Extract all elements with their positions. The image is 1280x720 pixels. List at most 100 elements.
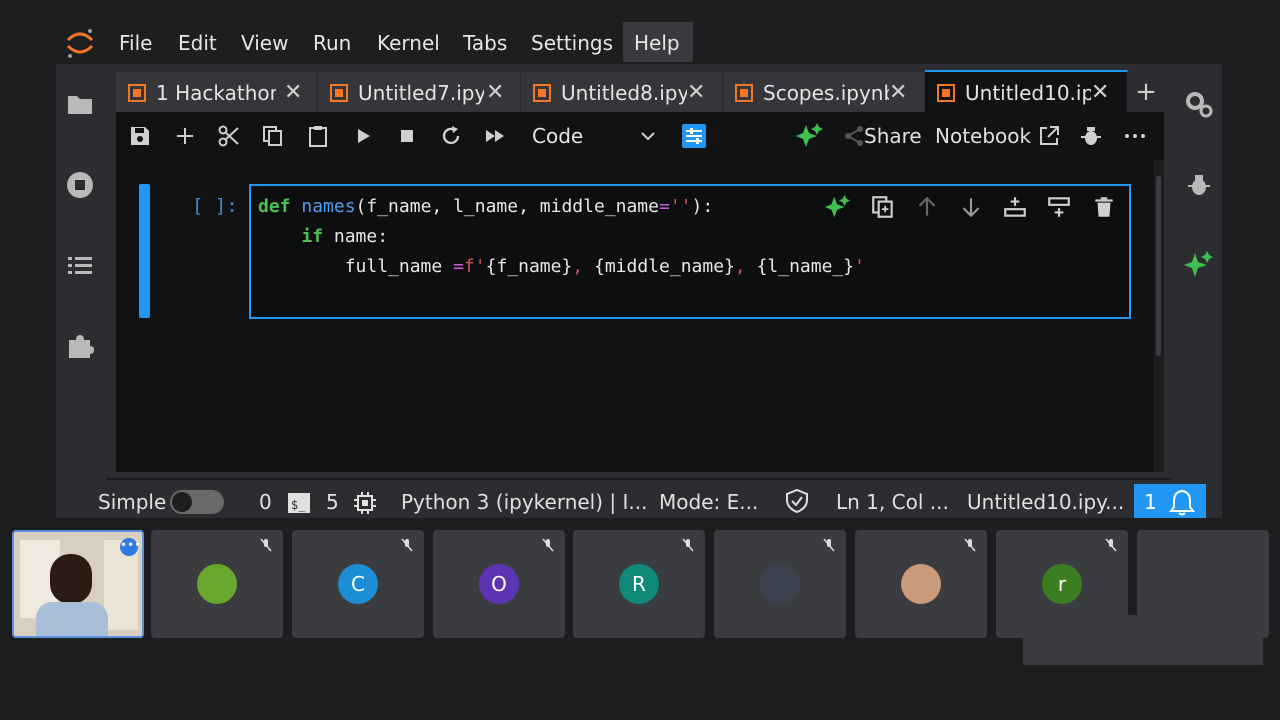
menu-run[interactable]: Run — [303, 22, 361, 62]
more-options-icon[interactable]: ••• — [120, 538, 141, 556]
save-icon[interactable] — [128, 124, 152, 148]
cursor-position[interactable]: Ln 1, Col ... — [836, 490, 949, 514]
extension-puzzle-icon[interactable] — [66, 332, 94, 360]
close-icon[interactable]: ✕ — [687, 80, 705, 105]
code-line-1: def names(f_name, l_name, middle_name=''… — [258, 196, 714, 217]
bell-icon — [1168, 488, 1196, 516]
more-options-icon[interactable] — [1123, 124, 1147, 148]
ai-sparkle-icon[interactable] — [796, 122, 824, 150]
participant-tile[interactable] — [151, 530, 283, 638]
share-icon[interactable] — [842, 124, 866, 148]
cell-type-label: Code — [532, 124, 584, 148]
open-in-notebook-button[interactable]: Notebook — [935, 124, 1031, 148]
svg-text:$_: $_ — [291, 498, 306, 512]
copy-icon[interactable] — [261, 124, 285, 148]
kernel-bug-icon[interactable] — [1079, 124, 1103, 148]
external-link-icon[interactable] — [1037, 124, 1061, 148]
tab-scopes[interactable]: Scopes.ipynb ✕ — [723, 72, 925, 112]
folder-icon[interactable] — [66, 90, 94, 118]
cut-icon[interactable] — [217, 124, 241, 148]
tab-untitled8[interactable]: Untitled8.ipynb ✕ — [521, 72, 723, 112]
mic-off-icon — [259, 538, 273, 552]
close-icon[interactable]: ✕ — [1091, 80, 1109, 105]
participant-tile[interactable] — [714, 530, 846, 638]
fast-forward-icon[interactable] — [483, 124, 507, 148]
mic-off-icon — [1104, 538, 1118, 552]
debugger-bug-icon[interactable] — [1186, 172, 1212, 198]
mic-off-icon — [541, 538, 555, 552]
notebook-icon — [330, 84, 348, 102]
menu-settings[interactable]: Settings — [521, 22, 623, 62]
participant-avatar: O — [479, 564, 519, 604]
mic-off-icon — [400, 538, 414, 552]
close-icon[interactable]: ✕ — [889, 80, 907, 105]
cell-prompt: [ ]: — [192, 195, 238, 217]
current-file: Untitled10.ipy... — [967, 490, 1125, 514]
participant-tile[interactable]: C — [292, 530, 424, 638]
menu-kernel[interactable]: Kernel — [367, 22, 450, 62]
move-down-icon[interactable] — [958, 194, 984, 220]
participant-tile[interactable]: O — [433, 530, 565, 638]
ai-sparkle-icon[interactable] — [825, 194, 851, 220]
participant-avatar: C — [338, 564, 378, 604]
insert-below-icon[interactable] — [1046, 194, 1072, 220]
kernel-count: 5 — [326, 490, 339, 514]
delete-cell-icon[interactable] — [1091, 194, 1117, 220]
menu-view[interactable]: View — [231, 22, 298, 62]
participant-tile[interactable]: R — [573, 530, 705, 638]
kernel-status[interactable]: Python 3 (ipykernel) | I... — [401, 490, 647, 514]
notification-count: 1 — [1144, 490, 1157, 514]
cell-collapser[interactable] — [139, 184, 150, 318]
move-up-icon[interactable] — [914, 194, 940, 220]
notebook-icon — [937, 84, 955, 102]
tab-untitled10[interactable]: Untitled10.ipynb ✕ — [925, 70, 1128, 114]
terminal-icon[interactable]: $_ — [287, 491, 311, 515]
person-shirt — [36, 602, 108, 636]
tab-label: 1 Hackathon — [156, 81, 276, 105]
restart-icon[interactable] — [439, 124, 463, 148]
running-stop-icon[interactable] — [66, 171, 94, 199]
tab-untitled7[interactable]: Untitled7.ipynb ✕ — [318, 72, 521, 112]
stop-icon[interactable] — [395, 124, 419, 148]
close-icon[interactable]: ✕ — [486, 80, 504, 105]
scrollbar-thumb[interactable] — [1156, 176, 1161, 356]
notebook-icon — [128, 84, 146, 102]
participant-avatar — [197, 564, 237, 604]
menu-help[interactable]: Help — [623, 22, 693, 62]
mic-off-icon — [963, 538, 977, 552]
duplicate-cell-icon[interactable] — [870, 194, 896, 220]
paste-icon[interactable] — [306, 124, 330, 148]
menu-file[interactable]: File — [109, 22, 162, 62]
property-inspector-gear-icon[interactable] — [1184, 90, 1214, 120]
table-of-contents-icon[interactable] — [66, 252, 94, 280]
cpu-chip-icon[interactable] — [353, 491, 377, 515]
code-line-3: full_name =f'{f_name}, {middle_name}, {l… — [258, 256, 865, 277]
jupyter-logo-icon[interactable] — [64, 26, 96, 60]
overlay-panel — [1023, 615, 1263, 665]
participant-avatar — [760, 564, 800, 604]
insert-above-icon[interactable] — [1002, 194, 1028, 220]
toggle-knob — [172, 492, 192, 512]
left-sidebar — [56, 64, 106, 514]
share-button[interactable]: Share — [864, 124, 922, 148]
participant-tile[interactable] — [855, 530, 987, 638]
property-inspector-icon[interactable] — [682, 124, 706, 148]
participant-avatar: r — [1042, 564, 1082, 604]
participant-avatar — [901, 564, 941, 604]
run-icon[interactable] — [351, 124, 375, 148]
menu-tabs[interactable]: Tabs — [453, 22, 517, 62]
tab-hackathon[interactable]: 1 Hackathon ✕ — [116, 72, 318, 112]
add-cell-icon[interactable] — [173, 124, 197, 148]
self-video-tile[interactable]: ••• — [12, 530, 144, 638]
chevron-down-icon — [640, 128, 656, 144]
shield-check-icon[interactable] — [786, 489, 808, 513]
cell-type-dropdown[interactable]: Code — [520, 118, 670, 154]
tab-label: Untitled10.ipynb — [965, 81, 1091, 105]
menu-edit[interactable]: Edit — [168, 22, 227, 62]
tab-label: Untitled7.ipynb — [358, 81, 484, 105]
ai-sparkle-icon[interactable] — [1184, 250, 1214, 280]
notebook-icon — [533, 84, 551, 102]
new-tab-plus-icon[interactable]: + — [1128, 76, 1164, 108]
close-icon[interactable]: ✕ — [284, 80, 302, 105]
right-sidebar — [1172, 64, 1222, 514]
